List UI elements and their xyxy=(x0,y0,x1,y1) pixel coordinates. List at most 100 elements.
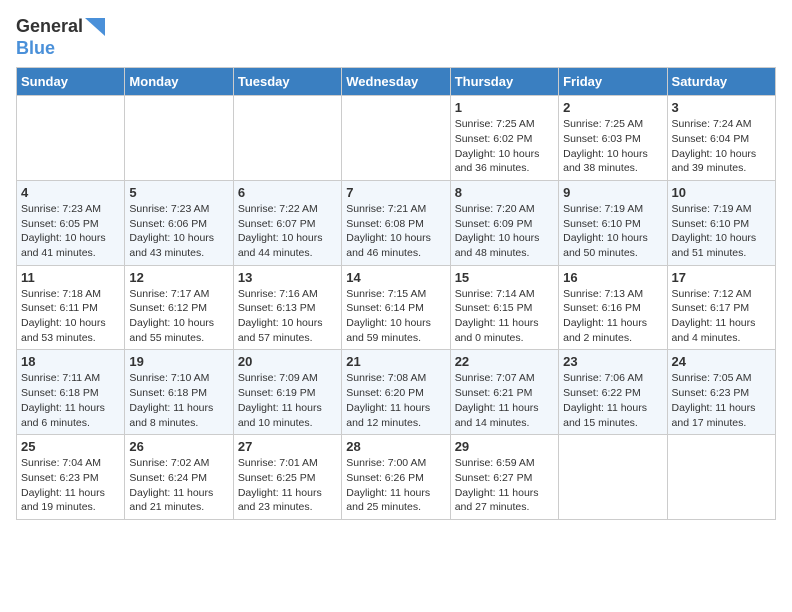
calendar-day-cell: 1 Sunrise: 7:25 AM Sunset: 6:02 PM Daylig… xyxy=(450,96,558,181)
day-info: Sunrise: 7:01 AM Sunset: 6:25 PM Dayligh… xyxy=(238,456,337,515)
day-number: 6 xyxy=(238,185,337,200)
calendar-day-cell: 13Sunrise: 7:16 AM Sunset: 6:13 PM Dayli… xyxy=(233,265,341,350)
calendar-day-cell: 17 Sunrise: 7:12 AM Sunset: 6:17 PM Dayli… xyxy=(667,265,775,350)
calendar-week-row: 18Sunrise: 7:11 AM Sunset: 6:18 PM Dayli… xyxy=(17,350,776,435)
calendar-day-cell xyxy=(667,435,775,520)
day-info: Sunrise: 7:16 AM Sunset: 6:13 PM Dayligh… xyxy=(238,287,337,346)
calendar-day-cell: 16 Sunrise: 7:13 AM Sunset: 6:16 PM Dayli… xyxy=(559,265,667,350)
weekday-header-cell: Tuesday xyxy=(233,68,341,96)
day-number: 15 xyxy=(455,270,554,285)
day-number: 8 xyxy=(455,185,554,200)
calendar-day-cell xyxy=(17,96,125,181)
day-info: Sunrise: 7:19 AM Sunset: 6:10 PM Dayligh… xyxy=(672,202,771,261)
calendar-day-cell: 8 Sunrise: 7:20 AM Sunset: 6:09 PM Daylig… xyxy=(450,180,558,265)
day-number: 29 xyxy=(455,439,554,454)
day-info: Sunrise: 7:07 AM Sunset: 6:21 PM Dayligh… xyxy=(455,371,554,430)
day-number: 5 xyxy=(129,185,228,200)
weekday-header-cell: Sunday xyxy=(17,68,125,96)
calendar-body: 1 Sunrise: 7:25 AM Sunset: 6:02 PM Daylig… xyxy=(17,96,776,520)
calendar-day-cell: 29 Sunrise: 6:59 AM Sunset: 6:27 PM Dayli… xyxy=(450,435,558,520)
calendar-day-cell: 11 Sunrise: 7:18 AM Sunset: 6:11 PM Dayli… xyxy=(17,265,125,350)
day-number: 25 xyxy=(21,439,120,454)
day-info: Sunrise: 7:05 AM Sunset: 6:23 PM Dayligh… xyxy=(672,371,771,430)
calendar-day-cell xyxy=(125,96,233,181)
day-info: Sunrise: 7:24 AM Sunset: 6:04 PM Dayligh… xyxy=(672,117,771,176)
day-info: Sunrise: 7:04 AM Sunset: 6:23 PM Dayligh… xyxy=(21,456,120,515)
calendar-day-cell xyxy=(342,96,450,181)
calendar-day-cell: 23 Sunrise: 7:06 AM Sunset: 6:22 PM Dayli… xyxy=(559,350,667,435)
day-info: Sunrise: 7:19 AM Sunset: 6:10 PM Dayligh… xyxy=(563,202,662,261)
calendar-day-cell xyxy=(559,435,667,520)
calendar-day-cell: 25 Sunrise: 7:04 AM Sunset: 6:23 PM Dayli… xyxy=(17,435,125,520)
day-number: 26 xyxy=(129,439,228,454)
day-info: Sunrise: 7:06 AM Sunset: 6:22 PM Dayligh… xyxy=(563,371,662,430)
day-number: 27 xyxy=(238,439,337,454)
day-info: Sunrise: 7:25 AM Sunset: 6:03 PM Dayligh… xyxy=(563,117,662,176)
calendar-week-row: 25 Sunrise: 7:04 AM Sunset: 6:23 PM Dayli… xyxy=(17,435,776,520)
day-info: Sunrise: 7:11 AM Sunset: 6:18 PM Dayligh… xyxy=(21,371,120,430)
day-info: Sunrise: 6:59 AM Sunset: 6:27 PM Dayligh… xyxy=(455,456,554,515)
day-number: 4 xyxy=(21,185,120,200)
calendar-day-cell: 2 Sunrise: 7:25 AM Sunset: 6:03 PM Daylig… xyxy=(559,96,667,181)
calendar-day-cell: 14 Sunrise: 7:15 AM Sunset: 6:14 PM Dayli… xyxy=(342,265,450,350)
calendar-day-cell: 9 Sunrise: 7:19 AM Sunset: 6:10 PM Daylig… xyxy=(559,180,667,265)
day-number: 1 xyxy=(455,100,554,115)
day-number: 20 xyxy=(238,354,337,369)
day-number: 24 xyxy=(672,354,771,369)
day-info: Sunrise: 7:18 AM Sunset: 6:11 PM Dayligh… xyxy=(21,287,120,346)
day-info: Sunrise: 7:15 AM Sunset: 6:14 PM Dayligh… xyxy=(346,287,445,346)
calendar-day-cell: 20 Sunrise: 7:09 AM Sunset: 6:19 PM Dayli… xyxy=(233,350,341,435)
day-number: 14 xyxy=(346,270,445,285)
calendar-day-cell: 28 Sunrise: 7:00 AM Sunset: 6:26 PM Dayli… xyxy=(342,435,450,520)
weekday-header-cell: Thursday xyxy=(450,68,558,96)
calendar-day-cell: 4 Sunrise: 7:23 AM Sunset: 6:05 PM Daylig… xyxy=(17,180,125,265)
calendar-day-cell: 27 Sunrise: 7:01 AM Sunset: 6:25 PM Dayli… xyxy=(233,435,341,520)
day-number: 3 xyxy=(672,100,771,115)
weekday-header-cell: Friday xyxy=(559,68,667,96)
day-info: Sunrise: 7:02 AM Sunset: 6:24 PM Dayligh… xyxy=(129,456,228,515)
day-info: Sunrise: 7:13 AM Sunset: 6:16 PM Dayligh… xyxy=(563,287,662,346)
day-number: 16 xyxy=(563,270,662,285)
weekday-header-cell: Saturday xyxy=(667,68,775,96)
calendar-day-cell: 21 Sunrise: 7:08 AM Sunset: 6:20 PM Dayli… xyxy=(342,350,450,435)
calendar-day-cell: 22 Sunrise: 7:07 AM Sunset: 6:21 PM Dayli… xyxy=(450,350,558,435)
calendar-table: SundayMondayTuesdayWednesdayThursdayFrid… xyxy=(16,67,776,520)
calendar-day-cell: 10Sunrise: 7:19 AM Sunset: 6:10 PM Dayli… xyxy=(667,180,775,265)
day-info: Sunrise: 7:00 AM Sunset: 6:26 PM Dayligh… xyxy=(346,456,445,515)
day-number: 23 xyxy=(563,354,662,369)
day-info: Sunrise: 7:09 AM Sunset: 6:19 PM Dayligh… xyxy=(238,371,337,430)
calendar-week-row: 4 Sunrise: 7:23 AM Sunset: 6:05 PM Daylig… xyxy=(17,180,776,265)
day-info: Sunrise: 7:08 AM Sunset: 6:20 PM Dayligh… xyxy=(346,371,445,430)
day-number: 22 xyxy=(455,354,554,369)
calendar-day-cell: 19Sunrise: 7:10 AM Sunset: 6:18 PM Dayli… xyxy=(125,350,233,435)
calendar-day-cell: 5 Sunrise: 7:23 AM Sunset: 6:06 PM Daylig… xyxy=(125,180,233,265)
day-number: 28 xyxy=(346,439,445,454)
day-number: 9 xyxy=(563,185,662,200)
logo-triangle-icon xyxy=(85,18,105,36)
calendar-day-cell: 12 Sunrise: 7:17 AM Sunset: 6:12 PM Dayli… xyxy=(125,265,233,350)
day-info: Sunrise: 7:12 AM Sunset: 6:17 PM Dayligh… xyxy=(672,287,771,346)
weekday-header-cell: Monday xyxy=(125,68,233,96)
day-number: 17 xyxy=(672,270,771,285)
calendar-day-cell: 24 Sunrise: 7:05 AM Sunset: 6:23 PM Dayli… xyxy=(667,350,775,435)
day-info: Sunrise: 7:25 AM Sunset: 6:02 PM Dayligh… xyxy=(455,117,554,176)
day-info: Sunrise: 7:22 AM Sunset: 6:07 PM Dayligh… xyxy=(238,202,337,261)
calendar-day-cell xyxy=(233,96,341,181)
day-number: 21 xyxy=(346,354,445,369)
logo-text: General Blue xyxy=(16,16,105,59)
day-number: 19 xyxy=(129,354,228,369)
header: General Blue xyxy=(16,16,776,59)
day-info: Sunrise: 7:23 AM Sunset: 6:06 PM Dayligh… xyxy=(129,202,228,261)
calendar-day-cell: 18Sunrise: 7:11 AM Sunset: 6:18 PM Dayli… xyxy=(17,350,125,435)
day-number: 2 xyxy=(563,100,662,115)
day-number: 11 xyxy=(21,270,120,285)
day-info: Sunrise: 7:17 AM Sunset: 6:12 PM Dayligh… xyxy=(129,287,228,346)
day-info: Sunrise: 7:23 AM Sunset: 6:05 PM Dayligh… xyxy=(21,202,120,261)
day-number: 7 xyxy=(346,185,445,200)
calendar-day-cell: 26 Sunrise: 7:02 AM Sunset: 6:24 PM Dayli… xyxy=(125,435,233,520)
calendar-day-cell: 3 Sunrise: 7:24 AM Sunset: 6:04 PM Daylig… xyxy=(667,96,775,181)
weekday-header-row: SundayMondayTuesdayWednesdayThursdayFrid… xyxy=(17,68,776,96)
day-number: 12 xyxy=(129,270,228,285)
day-info: Sunrise: 7:14 AM Sunset: 6:15 PM Dayligh… xyxy=(455,287,554,346)
day-info: Sunrise: 7:20 AM Sunset: 6:09 PM Dayligh… xyxy=(455,202,554,261)
